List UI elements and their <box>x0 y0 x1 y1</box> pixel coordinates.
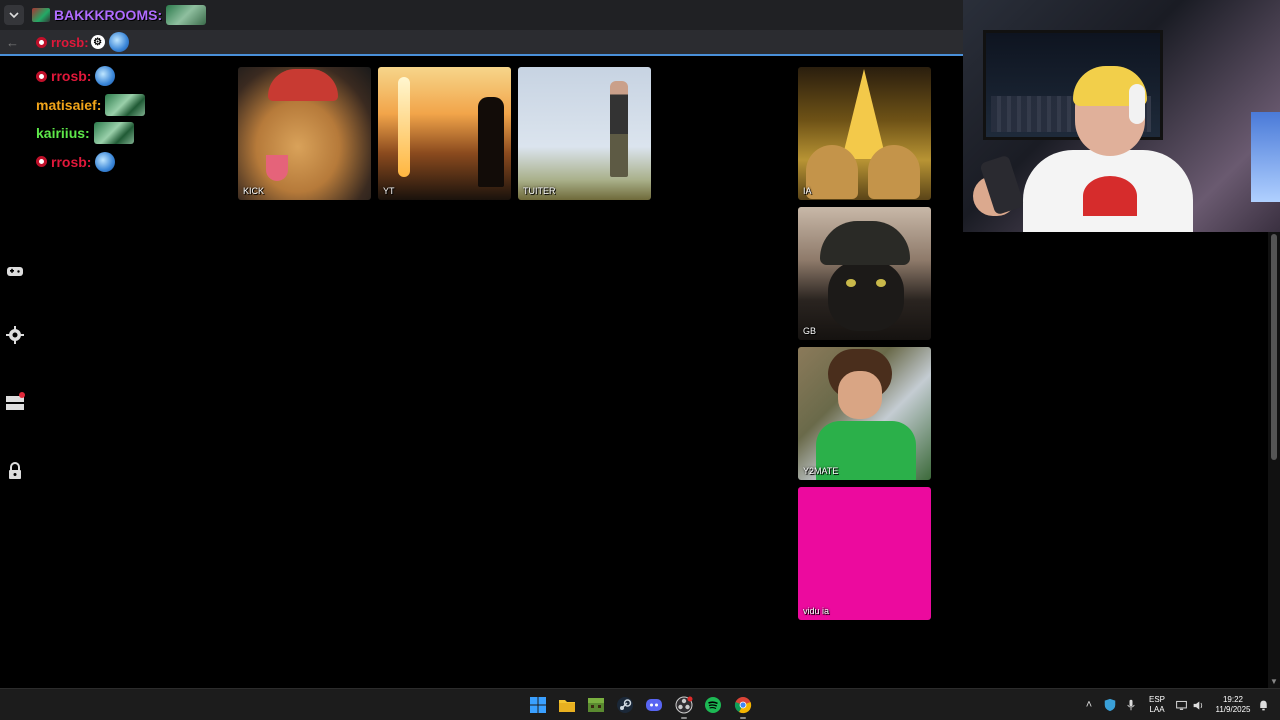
tile-label: KICK <box>243 186 265 196</box>
green-emote <box>93 122 134 145</box>
tile-art <box>806 145 858 199</box>
tile-label: IA <box>803 186 812 196</box>
globe-emote <box>95 151 116 172</box>
tray-overflow-chevron-icon[interactable]: ˄ <box>1081 697 1097 713</box>
file-explorer-icon[interactable] <box>556 694 578 716</box>
tile-vidu-ia[interactable]: vidu ia <box>798 487 931 620</box>
chat-message: rrosb: <box>36 62 145 91</box>
tile-label: YT <box>383 186 395 196</box>
clock[interactable]: 19:22 11/9/2025 <box>1212 695 1254 715</box>
tile-art <box>846 279 856 287</box>
address-bar[interactable]: ← rrosb: ⚙ <box>0 30 963 56</box>
address-user-text: rrosb: <box>51 34 89 50</box>
gear-icon[interactable] <box>4 324 26 346</box>
scroll-down-arrow-icon[interactable]: ▼ <box>1270 677 1278 686</box>
network-icon[interactable] <box>1173 697 1189 713</box>
chat-username[interactable]: rrosb: <box>51 68 91 84</box>
layers-notification-icon[interactable] <box>4 391 26 413</box>
chat-message: matisaief: <box>36 91 146 120</box>
webcam-art <box>1251 112 1280 202</box>
tile-label: Y2MATE <box>803 466 839 476</box>
clock-time: 19:22 <box>1222 695 1244 704</box>
address-content: rrosb: ⚙ <box>36 32 129 52</box>
globe-emote <box>95 66 116 87</box>
chat-overlay: rrosb: matisaief: kairiius: rrosb: <box>36 62 146 177</box>
obs-icon[interactable] <box>673 694 695 719</box>
microphone-icon[interactable] <box>1123 697 1139 713</box>
chat-username[interactable]: matisaief: <box>36 97 101 113</box>
tile-ia[interactable]: IA <box>798 67 931 200</box>
tab-favicon <box>32 8 50 22</box>
tile-art <box>868 145 920 199</box>
chat-username[interactable]: kairiius: <box>36 125 90 141</box>
page-scrollbar[interactable]: ▼ <box>1268 232 1280 688</box>
tile-yt[interactable]: YT <box>378 67 511 200</box>
chat-username[interactable]: rrosb: <box>51 154 91 170</box>
tile-tuiter[interactable]: TUITER <box>518 67 651 200</box>
globe-emote <box>108 32 129 52</box>
clock-date: 11/9/2025 <box>1215 705 1251 714</box>
tile-art <box>842 69 886 159</box>
chrome-icon[interactable] <box>732 694 754 719</box>
webcam-art <box>1129 84 1145 124</box>
tile-label: GB <box>803 326 817 336</box>
active-tab[interactable]: BAKKKROOMS: <box>32 5 207 25</box>
tab-search-button[interactable] <box>4 5 24 25</box>
chevron-down-icon <box>9 12 19 19</box>
minecraft-icon[interactable] <box>585 694 607 716</box>
tile-art <box>876 279 886 287</box>
tile-art <box>820 221 910 265</box>
info-icon: ⚙ <box>90 35 105 49</box>
tile-art <box>828 261 904 331</box>
green-emote <box>105 93 146 116</box>
chat-message: rrosb: <box>36 148 145 177</box>
language-indicator[interactable]: ESP LAA <box>1147 695 1167 715</box>
lock-icon[interactable] <box>4 460 26 482</box>
browser-tab-strip: BAKKKROOMS: <box>0 0 963 30</box>
green-emote <box>166 5 207 25</box>
spotify-icon[interactable] <box>702 694 724 716</box>
volume-icon[interactable] <box>1190 697 1206 713</box>
tile-art <box>838 371 882 419</box>
tile-art <box>478 97 504 187</box>
webcam-feed <box>963 0 1280 232</box>
keyboard-layout: LAA <box>1149 705 1165 714</box>
chat-message: kairiius: <box>36 119 145 148</box>
chat-badge-icon <box>36 36 47 48</box>
tile-art <box>398 77 410 177</box>
taskbar: ˄ ESP LAA 19:22 11/9/2025 <box>0 688 1280 720</box>
windows-start-icon[interactable] <box>527 694 549 716</box>
security-tray-icon[interactable] <box>1102 697 1118 713</box>
tile-label: TUITER <box>523 186 556 196</box>
tile-art <box>610 81 628 177</box>
chat-badge-icon <box>36 156 47 168</box>
language-code: ESP <box>1148 695 1165 704</box>
tile-kick[interactable]: KICK <box>238 67 371 200</box>
back-arrow-icon[interactable]: ← <box>6 35 26 50</box>
tile-art <box>268 69 338 101</box>
tile-y2mate[interactable]: Y2MATE <box>798 347 931 480</box>
notification-bell-icon[interactable] <box>1255 697 1271 713</box>
tab-title: BAKKKROOMS: <box>54 7 163 23</box>
scrollbar-thumb[interactable] <box>1271 234 1277 460</box>
desktop: BAKKKROOMS: ← rrosb: ⚙ rrosb: matisaief: k… <box>0 0 1280 720</box>
discord-icon[interactable] <box>643 694 665 716</box>
webcam-art <box>1083 176 1137 216</box>
tile-gb[interactable]: GB <box>798 207 931 340</box>
gamepad-icon[interactable] <box>4 260 26 282</box>
steam-icon[interactable] <box>614 694 636 716</box>
chat-badge-icon <box>36 70 47 82</box>
tile-label: vidu ia <box>803 606 830 616</box>
tile-art <box>266 155 288 181</box>
